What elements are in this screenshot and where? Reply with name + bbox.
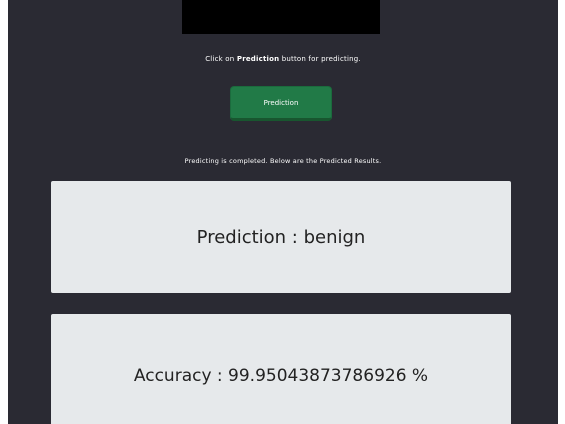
- prediction-button[interactable]: Prediction: [230, 86, 332, 121]
- status-message: Predicting is completed. Below are the P…: [184, 157, 382, 165]
- accuracy-result-card: Accuracy : 99.95043873786926 %: [51, 314, 511, 424]
- prediction-result-card: Prediction : benign: [51, 181, 511, 293]
- instruction-prefix: Click on: [205, 55, 237, 63]
- instruction-button-name: Prediction: [236, 55, 280, 63]
- app-frame: Click on Prediction button for predictin…: [8, 0, 558, 424]
- prediction-result-text: Prediction : benign: [196, 226, 366, 248]
- image-preview-area: [182, 0, 380, 34]
- instruction-suffix: button for predicting.: [279, 55, 361, 63]
- accuracy-result-text: Accuracy : 99.95043873786926 %: [133, 366, 429, 386]
- instruction-text: Click on Prediction button for predictin…: [8, 55, 558, 63]
